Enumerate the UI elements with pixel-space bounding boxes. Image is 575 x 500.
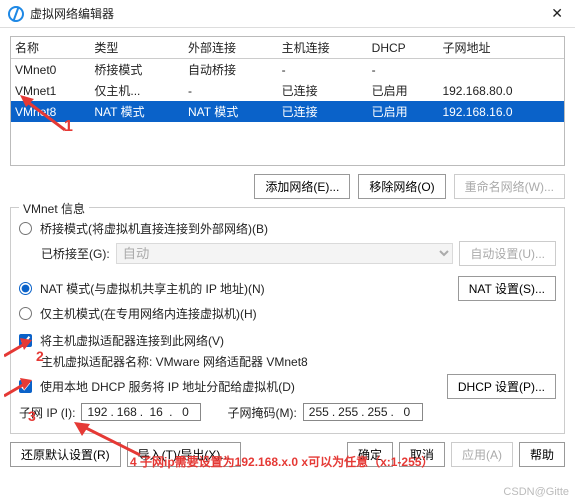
bridge-mode-label: 桥接模式(将虚拟机直接连接到外部网络)(B) bbox=[40, 220, 268, 237]
add-network-button[interactable]: 添加网络(E)... bbox=[254, 174, 350, 199]
hostonly-mode-radio[interactable] bbox=[19, 307, 32, 320]
rename-network-button: 重命名网络(W)... bbox=[454, 174, 565, 199]
bridge-to-label: 已桥接至(G): bbox=[41, 245, 110, 262]
window-title: 虚拟网络编辑器 bbox=[30, 5, 547, 22]
help-button[interactable]: 帮助 bbox=[519, 442, 565, 467]
nat-mode-label: NAT 模式(与虚拟机共享主机的 IP 地址)(N) bbox=[40, 280, 265, 297]
auto-settings-button: 自动设置(U)... bbox=[459, 241, 556, 266]
title-bar: 虚拟网络编辑器 ✕ bbox=[0, 0, 575, 28]
use-dhcp-label: 使用本地 DHCP 服务将 IP 地址分配给虚拟机(D) bbox=[40, 378, 295, 395]
col-ext[interactable]: 外部连接 bbox=[184, 37, 278, 59]
table-header-row: 名称 类型 外部连接 主机连接 DHCP 子网地址 bbox=[11, 37, 564, 59]
use-dhcp-checkbox[interactable] bbox=[19, 380, 32, 393]
col-host[interactable]: 主机连接 bbox=[278, 37, 368, 59]
bridge-mode-radio[interactable] bbox=[19, 222, 32, 235]
nat-settings-button[interactable]: NAT 设置(S)... bbox=[458, 276, 556, 301]
table-row[interactable]: VMnet1 仅主机... - 已连接 已启用 192.168.80.0 bbox=[11, 80, 564, 101]
adapter-name-label: 主机虚拟适配器名称: VMware 网络适配器 VMnet8 bbox=[41, 353, 308, 370]
subnet-mask-input[interactable]: 255. 255. 255. 0 bbox=[303, 403, 423, 421]
connect-host-checkbox[interactable] bbox=[19, 334, 32, 347]
bridge-to-select: 自动 bbox=[116, 243, 454, 264]
subnet-ip-label: 子网 IP (I): bbox=[19, 404, 75, 421]
subnet-ip-input[interactable]: 192. 168. 16. 0 bbox=[81, 403, 201, 421]
subnet-mask-label: 子网掩码(M): bbox=[227, 404, 296, 421]
dhcp-settings-button[interactable]: DHCP 设置(P)... bbox=[447, 374, 556, 399]
col-name[interactable]: 名称 bbox=[11, 37, 90, 59]
connect-host-label: 将主机虚拟适配器连接到此网络(V) bbox=[40, 332, 224, 349]
restore-defaults-button[interactable]: 还原默认设置(R) bbox=[10, 442, 121, 467]
col-dhcp[interactable]: DHCP bbox=[368, 37, 439, 59]
table-row[interactable]: VMnet0 桥接模式 自动桥接 - - bbox=[11, 59, 564, 81]
vmnet-info-group: VMnet 信息 桥接模式(将虚拟机直接连接到外部网络)(B) 已桥接至(G):… bbox=[10, 207, 565, 434]
col-subnet[interactable]: 子网地址 bbox=[438, 37, 564, 59]
apply-button: 应用(A) bbox=[451, 442, 513, 467]
close-button[interactable]: ✕ bbox=[547, 5, 567, 22]
app-icon bbox=[8, 6, 24, 22]
annotation-4: 4 子网ip需要设置为192.168.x.0 x可以为任意（x:1-255） bbox=[130, 453, 433, 470]
hostonly-mode-label: 仅主机模式(在专用网络内连接虚拟机)(H) bbox=[40, 305, 257, 322]
nat-mode-radio[interactable] bbox=[19, 282, 32, 295]
remove-network-button[interactable]: 移除网络(O) bbox=[358, 174, 445, 199]
watermark: CSDN@Gitte bbox=[503, 486, 569, 498]
network-table: 名称 类型 外部连接 主机连接 DHCP 子网地址 VMnet0 桥接模式 自动… bbox=[10, 36, 565, 166]
col-type[interactable]: 类型 bbox=[90, 37, 184, 59]
group-legend: VMnet 信息 bbox=[19, 200, 89, 217]
table-row-selected[interactable]: VMnet8 NAT 模式 NAT 模式 已连接 已启用 192.168.16.… bbox=[11, 101, 564, 122]
